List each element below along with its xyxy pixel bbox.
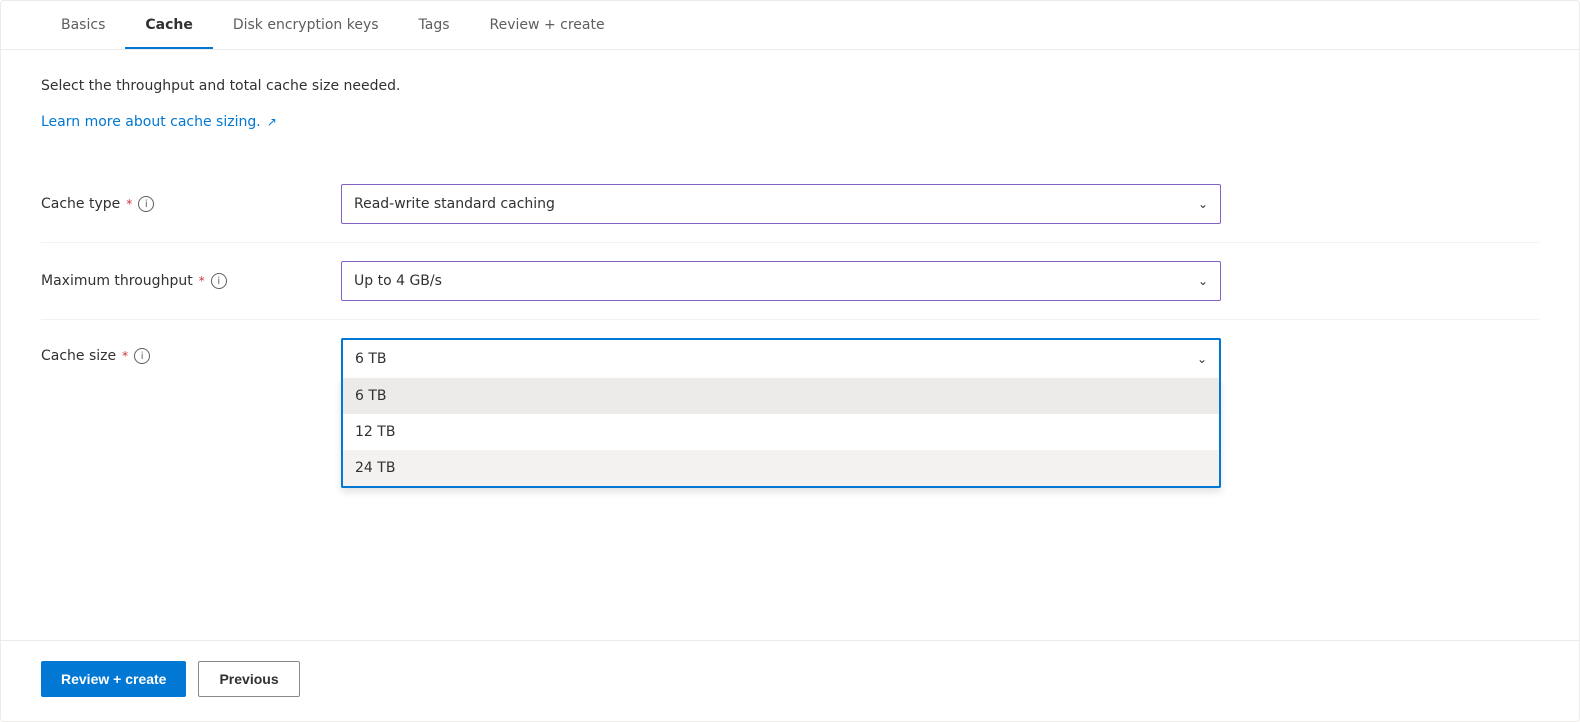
cache-type-dropdown[interactable]: Read-write standard caching ⌄ <box>341 184 1221 224</box>
learn-more-link[interactable]: Learn more about cache sizing. ↗ <box>41 114 277 130</box>
cache-size-option-6tb[interactable]: 6 TB <box>343 378 1219 414</box>
page-container: Basics Cache Disk encryption keys Tags R… <box>0 0 1580 722</box>
cache-size-control: 6 TB ⌄ 6 TB 12 TB 24 TB <box>341 338 1221 378</box>
cache-type-required: * <box>126 197 132 211</box>
cache-type-label: Cache type * i <box>41 196 341 212</box>
tab-disk-encryption-keys[interactable]: Disk encryption keys <box>213 1 399 49</box>
max-throughput-row: Maximum throughput * i Up to 4 GB/s ⌄ <box>41 243 1539 320</box>
tab-cache[interactable]: Cache <box>125 1 212 49</box>
form-section: Cache type * i Read-write standard cachi… <box>41 166 1539 396</box>
tabs-nav: Basics Cache Disk encryption keys Tags R… <box>1 1 1579 50</box>
max-throughput-chevron: ⌄ <box>1198 274 1208 288</box>
cache-type-value: Read-write standard caching <box>354 196 555 212</box>
max-throughput-label-text: Maximum throughput <box>41 273 193 289</box>
cache-type-info-icon[interactable]: i <box>138 196 154 212</box>
cache-size-label: Cache size * i <box>41 338 341 364</box>
max-throughput-label: Maximum throughput * i <box>41 273 341 289</box>
main-content: Select the throughput and total cache si… <box>1 50 1579 600</box>
cache-size-option-24tb[interactable]: 24 TB <box>343 450 1219 486</box>
cache-size-label-text: Cache size <box>41 348 116 364</box>
max-throughput-value: Up to 4 GB/s <box>354 273 442 289</box>
max-throughput-info-icon[interactable]: i <box>211 273 227 289</box>
external-link-icon: ↗ <box>267 115 277 129</box>
cache-size-value: 6 TB <box>355 351 387 367</box>
cache-size-option-12tb[interactable]: 12 TB <box>343 414 1219 450</box>
cache-size-info-icon[interactable]: i <box>134 348 150 364</box>
page-description: Select the throughput and total cache si… <box>41 78 1539 94</box>
max-throughput-dropdown[interactable]: Up to 4 GB/s ⌄ <box>341 261 1221 301</box>
cache-size-chevron: ⌄ <box>1197 352 1207 366</box>
tab-basics[interactable]: Basics <box>41 1 125 49</box>
tab-review-create[interactable]: Review + create <box>470 1 625 49</box>
cache-type-chevron: ⌄ <box>1198 197 1208 211</box>
cache-size-required: * <box>122 349 128 363</box>
max-throughput-required: * <box>199 274 205 288</box>
cache-size-dropdown[interactable]: 6 TB ⌄ <box>341 338 1221 378</box>
previous-button[interactable]: Previous <box>198 661 299 697</box>
cache-type-row: Cache type * i Read-write standard cachi… <box>41 166 1539 243</box>
cache-size-dropdown-list: 6 TB 12 TB 24 TB <box>341 378 1221 488</box>
tab-tags[interactable]: Tags <box>399 1 470 49</box>
review-create-button[interactable]: Review + create <box>41 661 186 697</box>
learn-more-text: Learn more about cache sizing. <box>41 114 261 130</box>
cache-type-label-text: Cache type <box>41 196 120 212</box>
cache-size-row: Cache size * i 6 TB ⌄ 6 TB 12 TB 24 TB <box>41 320 1539 396</box>
cache-type-control: Read-write standard caching ⌄ <box>341 184 1221 224</box>
action-bar: Review + create Previous <box>1 640 1579 721</box>
max-throughput-control: Up to 4 GB/s ⌄ <box>341 261 1221 301</box>
